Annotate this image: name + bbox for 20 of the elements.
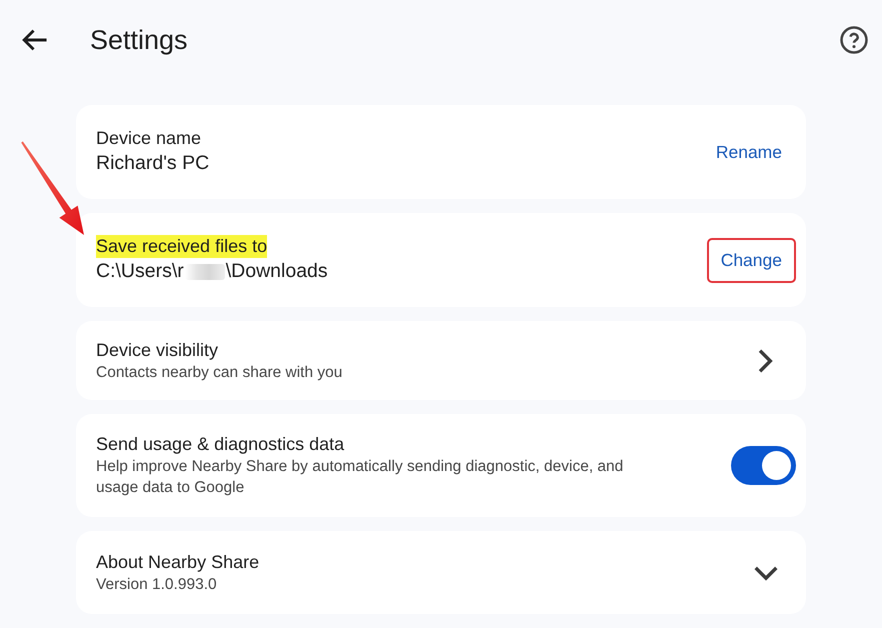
settings-card[interactable]: About Nearby Share Version 1.0.993.0 bbox=[76, 531, 806, 614]
redaction-blur bbox=[184, 264, 225, 280]
setting-value: Richard's PC bbox=[96, 151, 210, 176]
toggle-switch[interactable] bbox=[731, 446, 796, 485]
setting-title: Device visibility bbox=[96, 338, 218, 362]
action-button[interactable]: Rename bbox=[702, 130, 796, 174]
setting-title: Send usage & diagnostics data bbox=[96, 433, 344, 456]
settings-card[interactable]: Device visibility Contacts nearby can share with you bbox=[76, 321, 806, 400]
setting-title: Device name bbox=[96, 127, 202, 150]
setting-value: \Downloads bbox=[226, 259, 328, 284]
setting-description: Contacts nearby can share with you bbox=[96, 362, 342, 382]
back-arrow-icon[interactable] bbox=[22, 27, 48, 53]
action-button[interactable]: Change bbox=[706, 238, 796, 282]
help-icon[interactable] bbox=[840, 26, 868, 54]
page-title: Settings bbox=[90, 24, 188, 56]
setting-title: Save received files to bbox=[96, 235, 268, 258]
setting-title: About Nearby Share bbox=[96, 550, 260, 574]
setting-value: C:\Users\r bbox=[96, 259, 184, 284]
setting-description: Help improve Nearby Share by automatically sending diagnostic, device, and usage data to Google bbox=[96, 457, 624, 498]
setting-description: Version 1.0.993.0 bbox=[96, 574, 217, 594]
